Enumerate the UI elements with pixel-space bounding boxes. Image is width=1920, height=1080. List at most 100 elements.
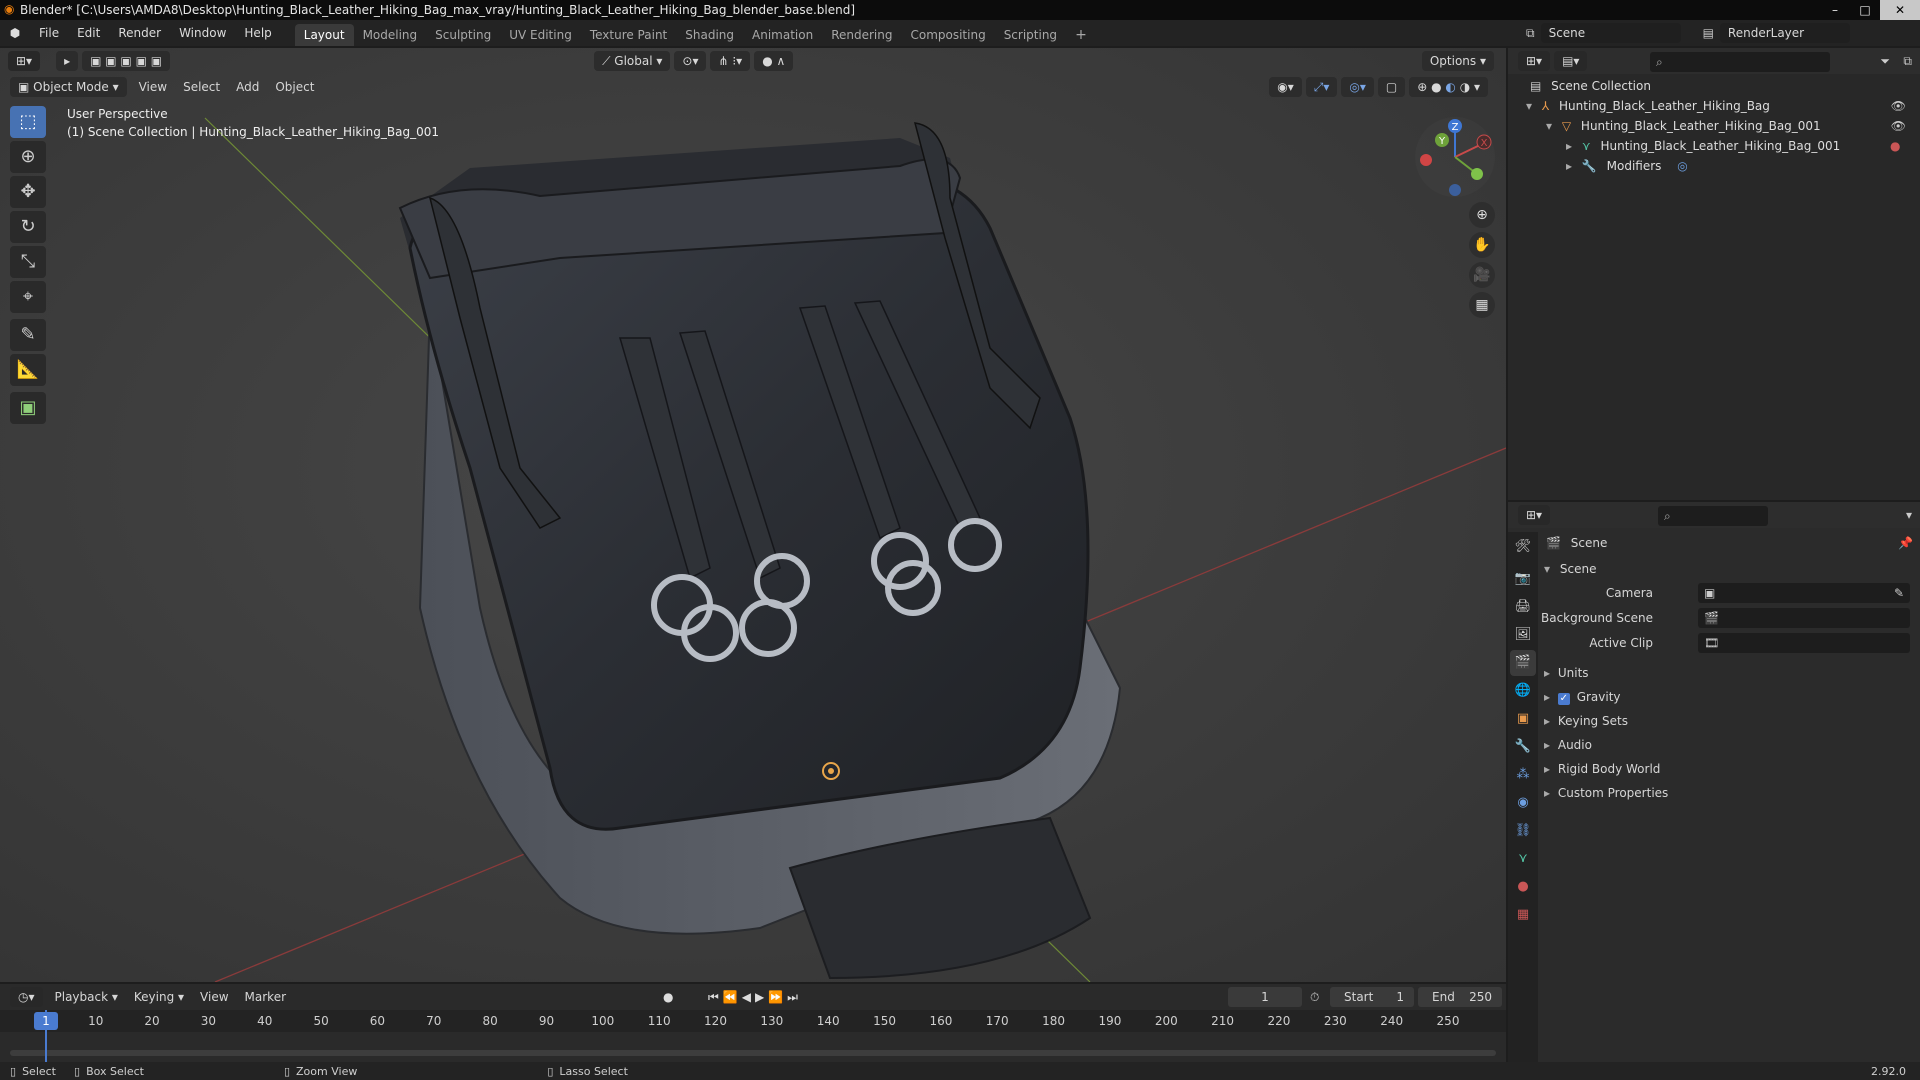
expand-arrow-icon[interactable]: ▸ [1566,139,1572,153]
expand-arrow-icon[interactable]: ▾ [1526,99,1532,113]
outliner-scene-collection[interactable]: ▤ Scene Collection [1530,76,1651,96]
timeline-tick-label: 150 [873,1014,896,1028]
menu-help[interactable]: Help [235,20,280,46]
playhead-frame-label[interactable]: 1 [34,1012,58,1030]
ortho-toggle-icon[interactable]: ▦ [1469,292,1495,318]
active-clip-field[interactable]: 🎞 [1698,633,1910,653]
measure-tool-icon[interactable]: 📐 [10,354,46,386]
timeline-tick-label: 220 [1267,1014,1291,1028]
view-layer-selector[interactable]: RenderLayer [1719,23,1850,43]
timeline-menu-keying[interactable]: Keying ▾ [126,984,192,1010]
cursor-tool-icon[interactable]: ⊕ [10,141,46,173]
select-box-tool-icon[interactable]: ⬚ [10,106,46,138]
modifier-tab-icon[interactable]: 🔧 [1510,734,1536,760]
menu-render[interactable]: Render [109,20,170,46]
timeline-menu-marker[interactable]: Marker [237,984,294,1010]
eyedropper-icon[interactable]: ✎ [1894,583,1904,603]
3d-viewport[interactable]: ⊞▾ ▸ ▣ ▣ ▣ ▣ ▣ ⟋ Global ▾ ⊙▾ ⋔ ⁝▾ ● ∧ Op… [0,48,1506,982]
display-mode-icon[interactable]: ▤▾ [1554,51,1588,71]
new-collection-icon[interactable]: ⧉ [1903,54,1912,69]
gizmo-x-label: X [1481,138,1488,149]
timeline-scrollbar[interactable] [10,1050,1496,1056]
pin-icon[interactable]: 📌 [1898,536,1913,550]
minimize-button[interactable]: – [1820,0,1850,20]
outliner-item-modifiers[interactable]: ▸ 🔧 Modifiers ◎ [1566,156,1688,176]
timeline-tick-label: 160 [929,1014,953,1028]
background-scene-field[interactable]: 🎬 [1698,608,1910,628]
tab-layout[interactable]: Layout [294,24,354,46]
options-chevron-icon[interactable]: ▾ [1906,508,1912,522]
gravity-panel[interactable]: ▸ ✓ Gravity [1544,686,1621,708]
tool-tab-icon[interactable]: 🛠 [1510,534,1536,560]
timeline-tick-label: 20 [144,1014,160,1028]
tab-rendering[interactable]: Rendering [822,24,901,46]
maximize-button[interactable]: □ [1850,0,1880,20]
filter-icon[interactable]: ⏷ [1880,54,1890,69]
tab-shading[interactable]: Shading [676,24,743,46]
outliner-editor-type-icon[interactable]: ⊞▾ [1518,51,1551,71]
visibility-eye-icon[interactable]: 👁 [1891,96,1906,116]
timeline-tick-label: 140 [816,1014,840,1028]
playback-controls-icon[interactable]: ⏮⏪◀▶⏩⏭ [708,990,802,1005]
custom-properties-panel[interactable]: ▸ Custom Properties [1544,782,1668,804]
preview-range-icon[interactable]: ⏱ [1310,990,1319,1005]
blender-menu-icon[interactable]: ⬢ [0,26,30,40]
start-frame-field[interactable]: Start 1 [1330,987,1414,1007]
properties-editor-type-icon[interactable]: ⊞▾ [1518,505,1551,525]
annotate-tool-icon[interactable]: ✎ [10,319,46,351]
outliner-search-input[interactable]: ⌕ [1650,52,1830,72]
gravity-checkbox[interactable]: ✓ [1557,693,1570,705]
timeline-menu-view[interactable]: View [192,984,236,1010]
tab-compositing[interactable]: Compositing [901,24,994,46]
rigid-body-world-panel[interactable]: ▸ Rigid Body World [1544,758,1660,780]
object-tab-icon[interactable]: ▣ [1510,706,1536,732]
pan-view-icon[interactable]: ✋ [1469,232,1495,258]
zoom-view-icon[interactable]: ⊕ [1469,202,1495,228]
constraints-tab-icon[interactable]: ⛓ [1510,818,1536,844]
record-icon[interactable]: ● [663,990,673,1004]
outliner-item-mesh-data[interactable]: ▸ ⋎ Hunting_Black_Leather_Hiking_Bag_001… [1566,136,1916,156]
expand-arrow-icon[interactable]: ▸ [1566,159,1572,173]
tab-texture-paint[interactable]: Texture Paint [581,24,676,46]
end-frame-field[interactable]: End 250 [1418,987,1502,1007]
tab-sculpting[interactable]: Sculpting [426,24,500,46]
data-tab-icon[interactable]: ⋎ [1510,846,1536,872]
scene-panel-header[interactable]: ▾ Scene [1544,558,1596,580]
outliner-item-collection[interactable]: ▾ ⅄ Hunting_Black_Leather_Hiking_Bag 👁 [1526,96,1916,116]
units-panel[interactable]: ▸ Units [1544,662,1589,684]
add-cube-tool-icon[interactable]: ▣ [10,392,46,424]
physics-tab-icon[interactable]: ◉ [1510,790,1536,816]
texture-tab-icon[interactable]: ▦ [1510,902,1536,928]
scale-tool-icon[interactable]: ⤡ [10,246,46,278]
rotate-tool-icon[interactable]: ↻ [10,211,46,243]
menu-edit[interactable]: Edit [68,20,109,46]
keying-sets-panel[interactable]: ▸ Keying Sets [1544,710,1628,732]
tab-animation[interactable]: Animation [743,24,822,46]
properties-search-input[interactable]: ⌕ [1658,506,1768,526]
collapsed-arrow-icon: ▸ [1544,714,1551,728]
current-frame-field[interactable]: 1 [1228,987,1302,1007]
timeline-ruler[interactable]: 1102030405060708090100110120130140150160… [0,1010,1506,1032]
navigation-gizmo[interactable]: Z X Y [1412,114,1498,200]
tab-uv-editing[interactable]: UV Editing [500,24,581,46]
world-tab-icon[interactable]: 🌐 [1510,678,1536,704]
camera-field[interactable]: ▣ ✎ [1698,583,1910,603]
audio-panel[interactable]: ▸ Audio [1544,734,1592,756]
material-tab-icon[interactable]: ● [1510,874,1536,900]
menu-file[interactable]: File [30,20,68,46]
timeline-menu-playback[interactable]: Playback ▾ [47,984,126,1010]
add-workspace-icon[interactable]: + [1066,24,1096,46]
move-tool-icon[interactable]: ✥ [10,176,46,208]
scene-selector[interactable]: Scene [1540,23,1681,43]
outliner-item-object[interactable]: ▾ ▽ Hunting_Black_Leather_Hiking_Bag_001… [1546,116,1916,136]
tab-scripting[interactable]: Scripting [995,24,1066,46]
tab-modeling[interactable]: Modeling [354,24,427,46]
expand-arrow-icon[interactable]: ▾ [1546,119,1552,133]
visibility-eye-icon[interactable]: 👁 [1891,116,1906,136]
particles-tab-icon[interactable]: ⁂ [1510,762,1536,788]
close-button[interactable]: ✕ [1880,0,1920,20]
timeline-editor-type-icon[interactable]: ◷▾ [10,987,43,1007]
transform-tool-icon[interactable]: ⌖ [10,281,46,313]
camera-view-icon[interactable]: 🎥 [1469,262,1495,288]
menu-window[interactable]: Window [170,20,235,46]
